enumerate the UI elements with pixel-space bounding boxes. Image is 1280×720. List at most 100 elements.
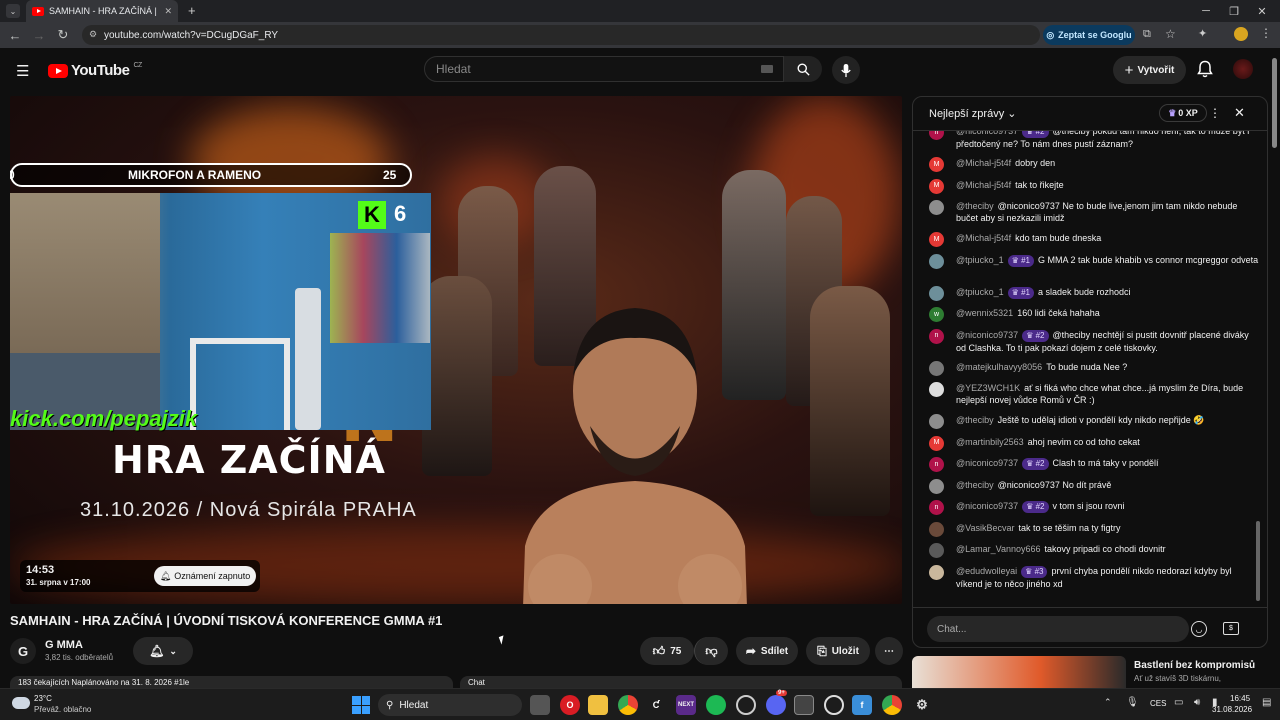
chat-input[interactable]: Chat... xyxy=(927,616,1189,642)
xp-badge[interactable]: ♛ 0 XP xyxy=(1159,104,1207,122)
chat-author-avatar[interactable]: n xyxy=(929,457,944,472)
chat-author-name[interactable]: @YEZ3WCH1K xyxy=(956,383,1020,393)
emoji-icon[interactable]: ◡ xyxy=(1191,621,1207,637)
profile-avatar[interactable] xyxy=(1234,27,1248,41)
chat-author-avatar[interactable]: w xyxy=(929,307,944,322)
task-view-icon[interactable] xyxy=(530,695,550,715)
install-app-icon[interactable]: ⧉ xyxy=(1143,28,1151,41)
clock-date[interactable]: 31.08.2026 xyxy=(1212,705,1252,714)
chat-author-name[interactable]: @Michal-j5t4f xyxy=(956,158,1011,168)
extensions-icon[interactable]: ✦ xyxy=(1198,27,1207,40)
chat-message[interactable]: @theciby @niconico9737 No dít právě xyxy=(929,478,1259,494)
chat-menu-icon[interactable]: ⋮ xyxy=(1209,106,1221,120)
chat-author-name[interactable]: @niconico9737 xyxy=(956,458,1018,468)
chat-message[interactable]: @tpiucko_1 ♛ #1 G MMA 2 tak bude khabib vs… xyxy=(929,253,1259,269)
chat-close-icon[interactable]: ✕ xyxy=(1234,105,1245,121)
chat-message[interactable]: M @Michal-j5t4f dobry den xyxy=(929,157,1259,172)
notification-on-button[interactable]: 🔔︎ Oznámení zapnuto xyxy=(154,566,256,586)
chat-author-name[interactable]: @niconico9737 xyxy=(956,131,1018,136)
steam-icon[interactable] xyxy=(736,695,756,715)
search-input[interactable]: Hledat xyxy=(424,56,784,82)
chat-scrollbar[interactable] xyxy=(1256,131,1260,607)
address-bar[interactable]: ⚙ youtube.com/watch?v=DCugDGaF_RY xyxy=(82,25,1040,45)
obs-icon[interactable] xyxy=(794,695,814,715)
chat-author-name[interactable]: @martinbily2563 xyxy=(956,437,1024,447)
browser-tab[interactable]: SAMHAIN - HRA ZAČÍNÁ | ÚVODNÍ ✕ xyxy=(26,0,178,22)
chat-author-avatar[interactable] xyxy=(929,360,944,376)
chat-author-avatar[interactable] xyxy=(929,478,944,494)
chat-author-avatar[interactable] xyxy=(929,521,944,537)
discord-icon[interactable]: 9+ xyxy=(766,690,787,715)
notifications-button[interactable] xyxy=(1197,60,1213,81)
chat-message[interactable]: n @niconico9737 ♛ #2 v tom si jsou rovni xyxy=(929,500,1259,515)
tab-list-chevron-icon[interactable]: ⌄ xyxy=(6,4,20,18)
chat-author-name[interactable]: @Michal-j5t4f xyxy=(956,233,1011,243)
tray-chevron-icon[interactable]: ⌃ xyxy=(1104,697,1112,708)
volume-icon[interactable]: 🔊︎ xyxy=(1194,697,1200,708)
chat-message[interactable]: n @niconico9737 ♛ #2 @theciby nechtějí si p… xyxy=(929,328,1259,354)
chat-message[interactable]: @matejkulhavyy8056 To bude nuda Nee ? xyxy=(929,360,1259,376)
keyboard-language[interactable]: CES xyxy=(1150,699,1166,708)
create-button[interactable]: + Vytvořit xyxy=(1113,56,1186,84)
chat-author-name[interactable]: @niconico9737 xyxy=(956,501,1018,511)
chat-author-name[interactable]: @theciby xyxy=(956,480,994,490)
chat-mode-dropdown[interactable]: Nejlepší zprávy ⌄ xyxy=(929,107,1016,121)
chat-author-name[interactable]: @edudwolleyai xyxy=(956,566,1017,576)
chat-author-avatar[interactable]: M xyxy=(929,178,944,194)
maximize-icon[interactable]: ❐ xyxy=(1220,0,1248,22)
dislike-button[interactable]: 👎︎ xyxy=(694,637,728,665)
keyboard-icon[interactable] xyxy=(761,65,773,73)
windows-start-icon[interactable] xyxy=(352,696,370,714)
video-player[interactable]: N HRA ZAČÍNÁ 31.10.2026 / Nová Spirála P… xyxy=(10,96,902,604)
settings-gear-icon[interactable]: ⚙ xyxy=(912,695,932,715)
chat-author-avatar[interactable]: M xyxy=(929,435,944,451)
window-close-icon[interactable]: ✕ xyxy=(1248,0,1276,22)
notification-center-icon[interactable]: ▤ xyxy=(1262,697,1271,708)
next-app-icon[interactable]: NEXT xyxy=(676,695,696,715)
reload-icon[interactable]: ↻ xyxy=(54,27,72,43)
chat-author-name[interactable]: @tpiucko_1 xyxy=(956,255,1004,265)
hamburger-menu-icon[interactable]: ☰ xyxy=(16,62,29,80)
minimize-icon[interactable]: ─ xyxy=(1192,0,1220,22)
chat-message[interactable]: n @niconico9737 ♛ #2 @theciby pokud tam nik… xyxy=(929,131,1259,150)
chat-message[interactable]: @tpiucko_1 ♛ #1 a sladek bude rozhodci xyxy=(929,285,1259,301)
chat-author-avatar[interactable]: n xyxy=(929,328,944,344)
taskbar-search[interactable]: ⚲ Hledat xyxy=(378,694,522,716)
browser-menu-icon[interactable]: ⋮ xyxy=(1260,26,1272,40)
chat-author-name[interactable]: @niconico9737 xyxy=(956,330,1018,340)
file-explorer-icon[interactable] xyxy=(588,695,608,715)
chat-message[interactable]: w @wennix5321 160 lidi čeká hahaha xyxy=(929,307,1259,322)
facebook-icon[interactable]: f xyxy=(852,695,872,715)
chat-author-avatar[interactable]: n xyxy=(929,131,944,140)
forward-icon[interactable]: → xyxy=(30,27,48,43)
chat-author-name[interactable]: @wennix5321 xyxy=(956,308,1013,318)
replay-chat-box[interactable]: Chat xyxy=(460,676,902,688)
chat-author-name[interactable]: @theciby xyxy=(956,415,994,425)
tray-mic-icon[interactable]: 🎙︎ xyxy=(1126,697,1139,708)
chat-author-avatar[interactable] xyxy=(929,414,944,429)
chat-message[interactable]: n @niconico9737 ♛ #2 Clash to má taky v pon… xyxy=(929,457,1259,472)
chat-message[interactable]: @edudwolleyai ♛ #3 první chyba pondělí nik… xyxy=(929,564,1259,590)
channel-name[interactable]: G MMA xyxy=(45,639,83,651)
channel-avatar[interactable]: G xyxy=(10,638,36,664)
chat-message[interactable]: @Lamar_Vannoy666 takovy pripadi co chodi … xyxy=(929,543,1259,558)
chat-author-avatar[interactable] xyxy=(929,285,944,301)
save-button[interactable]: ⎘ Uložit xyxy=(806,637,870,665)
chat-author-name[interactable]: @Michal-j5t4f xyxy=(956,180,1011,190)
weather-temp[interactable]: 23°C xyxy=(34,694,52,703)
chat-author-avatar[interactable] xyxy=(929,564,944,580)
subscription-bell-button[interactable]: 🔔︎ ⌄ xyxy=(133,637,193,665)
more-actions-button[interactable]: ⋯ xyxy=(875,637,903,665)
opera-icon[interactable]: O xyxy=(560,695,580,715)
site-info-icon[interactable]: ⚙ xyxy=(89,29,97,40)
new-tab-icon[interactable]: + xyxy=(188,3,196,18)
chat-author-name[interactable]: @theciby xyxy=(956,201,994,211)
voice-search-button[interactable] xyxy=(832,56,860,84)
chat-author-avatar[interactable] xyxy=(929,543,944,558)
chrome-icon[interactable] xyxy=(618,695,638,715)
back-icon[interactable]: ← xyxy=(6,27,24,43)
chat-author-avatar[interactable] xyxy=(929,382,944,397)
clock-time[interactable]: 16:45 xyxy=(1230,694,1250,703)
description-box[interactable]: 183 čekajících Naplánováno na 31. 8. 202… xyxy=(10,676,453,688)
chat-message[interactable]: @VasikBecvar tak to se těšim na ty figtry xyxy=(929,521,1259,537)
